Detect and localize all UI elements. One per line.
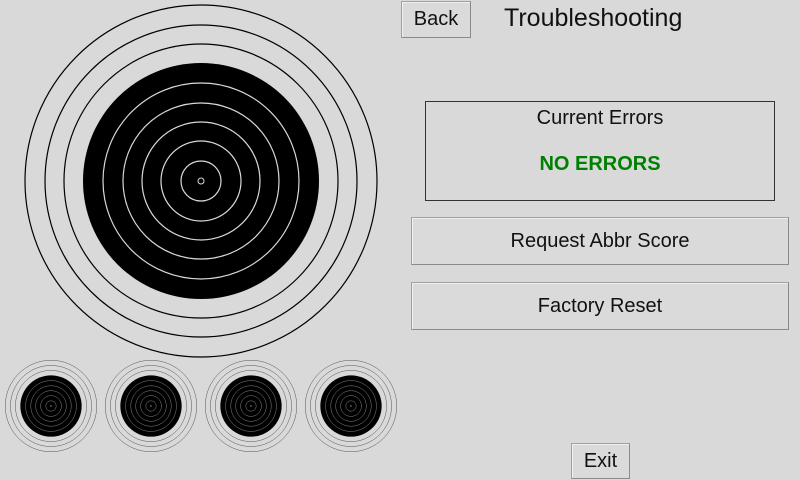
mini-target-3 (205, 360, 297, 452)
target-rings (205, 360, 297, 452)
center-dot (250, 405, 252, 407)
target-rings (305, 360, 397, 452)
current-errors-title: Current Errors (536, 107, 664, 129)
page-title: Troubleshooting (504, 4, 683, 32)
exit-button[interactable]: Exit (571, 443, 630, 479)
center-dot (350, 405, 352, 407)
troubleshooting-screen: Back Troubleshooting Current Errors NO E… (0, 0, 800, 480)
target-rings (5, 360, 97, 452)
center-dot (150, 405, 152, 407)
center-dot (50, 405, 52, 407)
mini-target-2 (105, 360, 197, 452)
request-abbr-score-button[interactable]: Request Abbr Score (411, 217, 789, 265)
target-rings (24, 4, 378, 358)
main-target (24, 4, 378, 358)
target-rings (105, 360, 197, 452)
mini-target-1 (5, 360, 97, 452)
mini-targets (5, 360, 397, 452)
factory-reset-button[interactable]: Factory Reset (411, 282, 789, 330)
mini-target-4 (305, 360, 397, 452)
current-errors-panel: Current Errors NO ERRORS (425, 101, 775, 201)
error-status: NO ERRORS (539, 153, 661, 175)
center-dot (197, 177, 205, 185)
back-button[interactable]: Back (401, 1, 471, 38)
